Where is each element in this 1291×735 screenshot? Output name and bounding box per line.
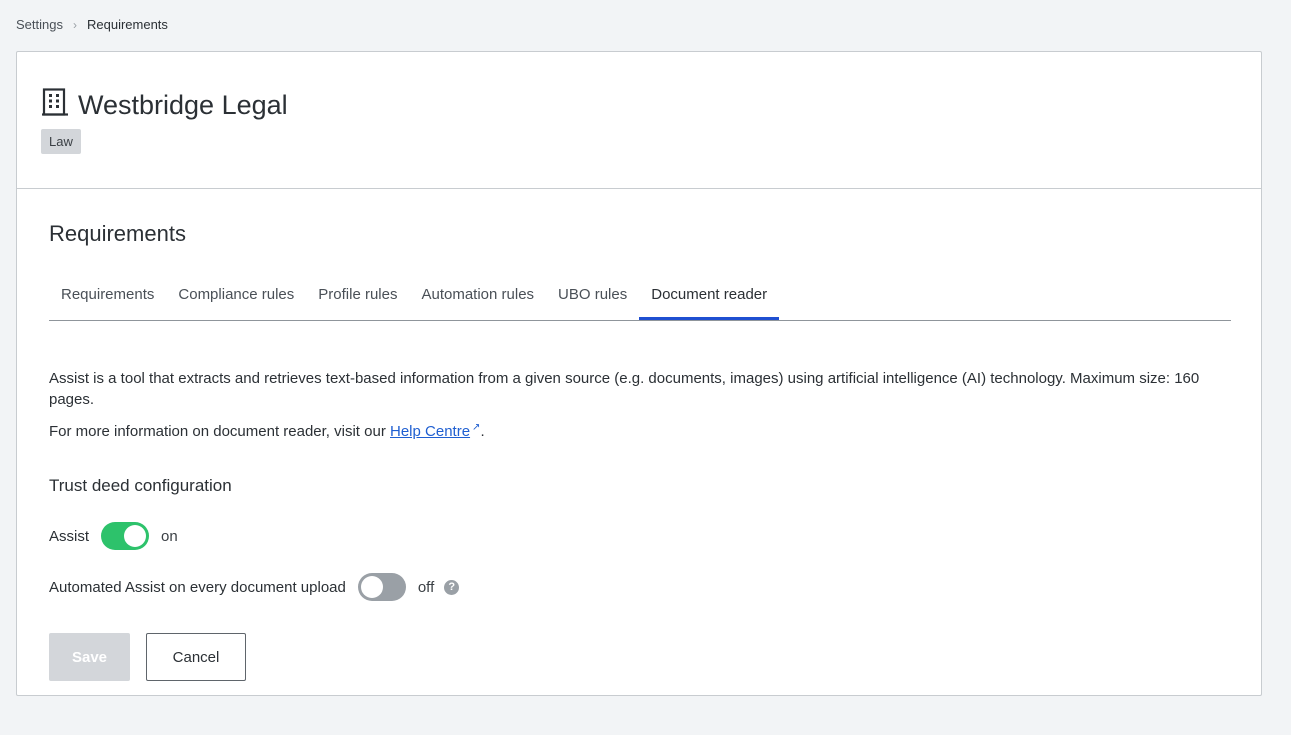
tab-compliance-rules[interactable]: Compliance rules — [166, 274, 306, 320]
org-header: Westbridge Legal Law — [17, 52, 1261, 189]
more-info-prefix: For more information on document reader,… — [49, 423, 390, 440]
help-icon[interactable]: ? — [444, 579, 460, 595]
breadcrumb-settings-link[interactable]: Settings — [16, 17, 63, 32]
automated-assist-toggle-row: Automated Assist on every document uploa… — [49, 573, 460, 601]
more-info-text: For more information on document reader,… — [49, 422, 485, 440]
subsection-title: Trust deed configuration — [49, 476, 232, 495]
automated-assist-label: Automated Assist on every document uploa… — [49, 578, 346, 596]
assist-state: on — [161, 527, 178, 545]
tab-document-reader[interactable]: Document reader — [639, 274, 780, 320]
description-text: Assist is a tool that extracts and retri… — [49, 370, 1200, 408]
industry-tag: Law — [41, 129, 81, 154]
save-button[interactable]: Save — [49, 633, 130, 681]
toggle-knob — [124, 525, 147, 547]
tab-profile-rules[interactable]: Profile rules — [306, 274, 409, 320]
main-card: Westbridge Legal Law Requirements Requir… — [16, 51, 1262, 696]
automated-assist-toggle[interactable] — [357, 573, 406, 601]
tab-automation-rules[interactable]: Automation rules — [409, 274, 546, 320]
org-name: Westbridge Legal — [78, 89, 288, 120]
assist-toggle-row: Assist on — [49, 522, 178, 550]
tab-ubo-rules[interactable]: UBO rules — [546, 274, 639, 320]
section-title: Requirements — [49, 221, 186, 246]
tab-requirements[interactable]: Requirements — [49, 274, 166, 320]
assist-label: Assist — [49, 527, 90, 545]
automated-assist-state: off — [417, 578, 435, 596]
tab-bar: Requirements Compliance rules Profile ru… — [49, 274, 1231, 321]
building-icon — [42, 88, 68, 121]
org-title-row: Westbridge Legal — [42, 88, 288, 121]
more-info-suffix: . — [480, 423, 485, 440]
breadcrumb: Settings › Requirements — [16, 17, 168, 32]
breadcrumb-current: Requirements — [86, 17, 168, 32]
chevron-right-icon: › — [72, 17, 77, 32]
cancel-button[interactable]: Cancel — [146, 633, 246, 681]
assist-toggle[interactable] — [101, 522, 150, 550]
help-centre-link[interactable]: Help Centre — [390, 423, 470, 440]
toggle-knob — [360, 576, 383, 598]
